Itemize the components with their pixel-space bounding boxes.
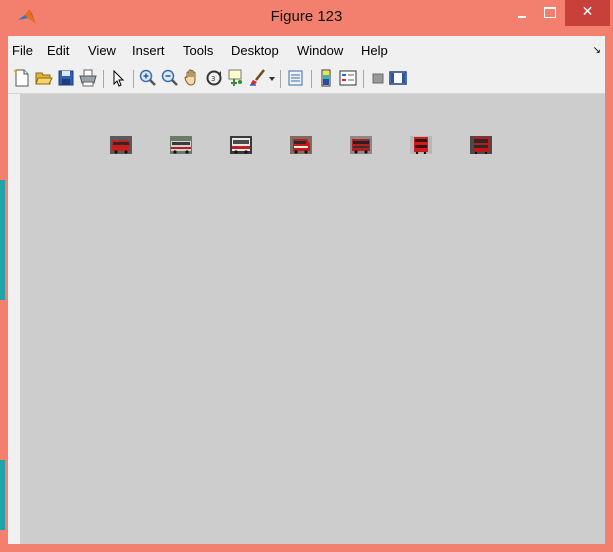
open-file-icon[interactable]	[34, 68, 54, 88]
bus-image-5	[350, 136, 372, 154]
link-plot-icon[interactable]	[286, 68, 306, 88]
show-plot-tools-icon[interactable]	[388, 68, 408, 88]
insert-colorbar-icon[interactable]	[316, 68, 336, 88]
pan-hand-icon[interactable]	[182, 68, 202, 88]
figure-client-area: File Edit View Insert Tools Desktop Wind…	[8, 36, 605, 544]
toolbar-separator	[133, 70, 134, 88]
edit-plot-arrow-icon[interactable]	[108, 68, 128, 88]
rotate-3d-icon[interactable]: 3	[204, 68, 224, 88]
menu-help[interactable]: Help	[361, 43, 388, 58]
menu-tools[interactable]: Tools	[183, 43, 213, 58]
data-cursor-icon[interactable]	[226, 68, 246, 88]
title-bar[interactable]: Figure 123 ✕	[0, 0, 613, 36]
left-edge-strip	[0, 180, 5, 300]
minimize-button[interactable]	[508, 0, 536, 26]
toolbar-separator	[311, 70, 312, 88]
brush-dropdown-icon[interactable]	[269, 77, 275, 81]
matlab-icon[interactable]	[16, 6, 38, 28]
menu-edit[interactable]: Edit	[47, 43, 69, 58]
menu-window[interactable]: Window	[297, 43, 343, 58]
zoom-in-icon[interactable]	[138, 68, 158, 88]
menu-file[interactable]: File	[12, 43, 33, 58]
maximize-icon	[544, 7, 556, 18]
svg-text:3: 3	[211, 75, 215, 83]
figure-window: Figure 123 ✕ File Edit View Insert Tools…	[0, 0, 613, 552]
menu-bar: File Edit View Insert Tools Desktop Wind…	[8, 36, 605, 65]
save-figure-icon[interactable]	[56, 68, 76, 88]
bus-image-4	[290, 136, 312, 154]
toolbar-separator	[280, 70, 281, 88]
bus-image-6	[410, 136, 432, 154]
toolbar-separator	[103, 70, 104, 88]
bus-image-7	[470, 136, 492, 154]
left-edge-strip	[0, 460, 5, 530]
close-button[interactable]: ✕	[565, 0, 610, 26]
zoom-out-icon[interactable]	[160, 68, 180, 88]
toolbar-separator	[363, 70, 364, 88]
menu-overflow-icon[interactable]: ↘	[593, 45, 601, 56]
figure-canvas[interactable]	[20, 94, 605, 544]
close-icon: ✕	[581, 4, 594, 20]
bus-image-1	[110, 136, 132, 154]
figure-toolbar: 3	[8, 65, 605, 94]
hide-plot-tools-icon[interactable]	[368, 68, 388, 88]
new-figure-icon[interactable]	[12, 68, 32, 88]
maximize-button[interactable]	[536, 0, 564, 26]
menu-desktop[interactable]: Desktop	[231, 43, 279, 58]
brush-icon[interactable]	[248, 68, 268, 88]
print-figure-icon[interactable]	[78, 68, 98, 88]
insert-legend-icon[interactable]	[338, 68, 358, 88]
menu-insert[interactable]: Insert	[132, 43, 165, 58]
minimize-icon	[518, 16, 526, 18]
bus-image-3	[230, 136, 252, 154]
menu-view[interactable]: View	[88, 43, 116, 58]
bus-image-2	[170, 136, 192, 154]
